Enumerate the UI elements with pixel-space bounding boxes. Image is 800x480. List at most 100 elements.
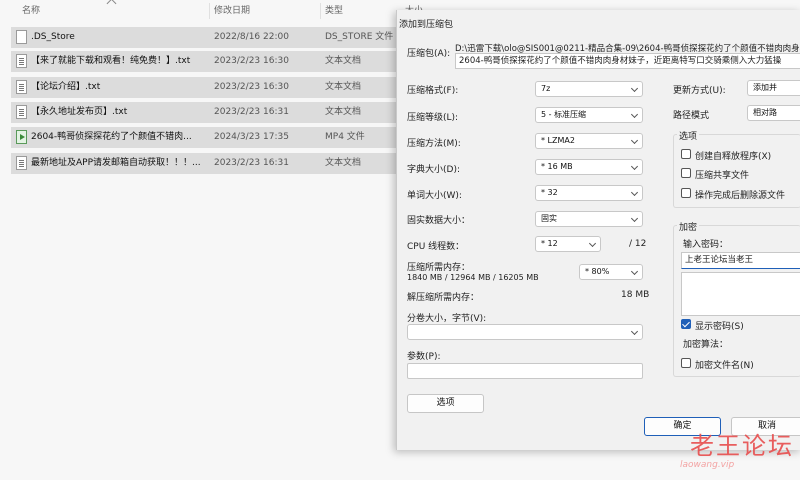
method-value: * LZMA2 [541,136,575,145]
encrypt-names-checkbox[interactable] [681,358,691,368]
cpu-select[interactable]: * 12 [535,236,601,252]
mem-decomp-label: 解压缩所需内存： [407,293,480,303]
encrypt-method-label: 加密算法： [683,340,729,350]
file-row[interactable]: 最新地址及APP请发邮箱自动获取！！！... 2023/2/23 16:31 文… [11,153,411,174]
chevron-down-icon [630,162,639,171]
word-value: * 32 [541,188,558,197]
sfx-label: 创建自释放程序(X) [695,152,772,162]
add-to-archive-dialog: 添加到压缩包 压缩包(A): D:\迅雷下载\olo@SIS001@0211-精… [396,10,800,450]
show-password-label: 显示密码(S) [695,322,744,332]
delete-source-label: 操作完成后删除源文件 [695,191,786,201]
file-type: MP4 文件 [325,132,365,142]
path-select[interactable]: 相对路 [747,105,800,121]
shared-label: 压缩共享文件 [695,171,750,181]
chevron-down-icon [630,110,639,119]
chevron-down-icon [630,214,639,223]
chevron-down-icon [630,136,639,145]
file-name: 2604-鸭哥侦探探花约了个颜值不错肉... [31,132,192,142]
mem-comp-detail: 1840 MB / 12964 MB / 16205 MB [407,273,539,282]
params-label: 参数(P): [407,352,441,362]
watermark-title: 老王论坛 [690,432,794,460]
cpu-total: / 12 [629,239,647,249]
dict-select[interactable]: * 16 MB [535,159,643,175]
file-row[interactable]: .DS_Store 2022/8/16 22:00 DS_STORE 文件 [11,27,411,48]
chevron-down-icon [630,327,639,336]
file-date: 2023/2/23 16:30 [214,56,289,66]
options-button[interactable]: 选项 [407,394,484,413]
file-name: 【来了就能下载和观看！纯免费！】.txt [31,56,191,66]
format-select[interactable]: 7z [535,81,643,97]
file-name: 【论坛介绍】.txt [31,82,101,92]
column-divider [209,3,210,19]
chevron-down-icon [630,188,639,197]
column-header-name[interactable]: 名称 [22,0,40,22]
password-input[interactable]: 上老王论坛当老王 [681,252,800,269]
dict-value: * 16 MB [541,162,573,171]
archive-name-input[interactable]: 2604-鸭哥侦探探花约了个颜值不错肉肉身材妹子，近距离特写口交骑乘侧入大力猛操 [455,53,800,69]
update-value: 添加并 [753,83,777,92]
chevron-down-icon [588,239,597,248]
file-date: 2023/2/23 16:30 [214,82,289,92]
method-label: 压缩方法(M): [407,139,461,149]
show-password-checkbox[interactable] [681,319,691,329]
method-select[interactable]: * LZMA2 [535,133,643,149]
file-type: 文本文档 [325,107,362,117]
file-type: 文本文档 [325,56,362,66]
column-divider [320,3,321,19]
text-file-icon [16,54,27,68]
word-select[interactable]: * 32 [535,185,643,201]
column-header-type[interactable]: 类型 [325,0,343,22]
encrypt-group-title: 加密 [677,220,700,233]
file-date: 2023/2/23 16:31 [214,107,289,117]
file-type: 文本文档 [325,82,362,92]
text-file-icon [16,105,27,119]
level-value: 5 - 标准压缩 [541,110,587,119]
mem-comp-label: 压缩所需内存： [407,263,471,273]
file-type: 文本文档 [325,158,362,168]
mem-decomp-value: 18 MB [621,290,650,300]
delete-source-checkbox[interactable] [681,188,691,198]
file-name: 最新地址及APP请发邮箱自动获取！！！... [31,158,201,168]
solid-label: 固实数据大小： [407,216,471,226]
params-input[interactable] [407,363,643,379]
mem-percent-value: * 80% [585,267,610,276]
update-select[interactable]: 添加并 [747,80,800,96]
password-confirm-area[interactable] [681,272,800,316]
chevron-down-icon [630,267,639,276]
dialog-title: 添加到压缩包 [399,20,454,30]
level-select[interactable]: 5 - 标准压缩 [535,107,643,123]
archive-label: 压缩包(A): [407,49,451,59]
file-row[interactable]: 【来了就能下载和观看！纯免费！】.txt 2023/2/23 16:30 文本文… [11,51,411,72]
video-file-icon [16,130,27,144]
path-value: 相对路 [753,108,777,117]
watermark-logo: 老王论坛 laowang.vip [676,424,800,480]
file-row[interactable]: 2604-鸭哥侦探探花约了个颜值不错肉... 2024/3/23 17:35 M… [11,127,411,148]
file-icon [16,30,27,44]
shared-checkbox[interactable] [681,168,691,178]
file-row[interactable]: 【论坛介绍】.txt 2023/2/23 16:30 文本文档 [11,77,411,98]
update-label: 更新方式(U): [673,86,726,96]
path-label: 路径模式 [673,111,710,121]
chevron-down-icon [630,84,639,93]
file-type: DS_STORE 文件 [325,32,394,42]
split-label: 分卷大小，字节(V): [407,314,487,324]
level-label: 压缩等级(L): [407,113,459,123]
file-name: 【永久地址发布页】.txt [31,107,128,117]
cpu-label: CPU 线程数： [407,242,465,252]
file-date: 2023/2/23 16:31 [214,158,289,168]
split-select[interactable] [407,324,643,340]
format-value: 7z [541,84,551,93]
file-row[interactable]: 【永久地址发布页】.txt 2023/2/23 16:31 文本文档 [11,102,411,123]
file-date: 2024/3/23 17:35 [214,132,289,142]
options-group-title: 选项 [677,129,700,142]
format-label: 压缩格式(F): [407,86,459,96]
watermark-url: laowang.vip [680,460,735,470]
mem-percent-select[interactable]: * 80% [579,264,643,280]
file-name: .DS_Store [31,32,75,42]
sfx-checkbox[interactable] [681,149,691,159]
word-label: 单词大小(W): [407,191,462,201]
text-file-icon [16,156,27,170]
column-header-date[interactable]: 修改日期 [214,0,250,22]
solid-select[interactable]: 固实 [535,211,643,227]
cpu-value: * 12 [541,239,558,248]
